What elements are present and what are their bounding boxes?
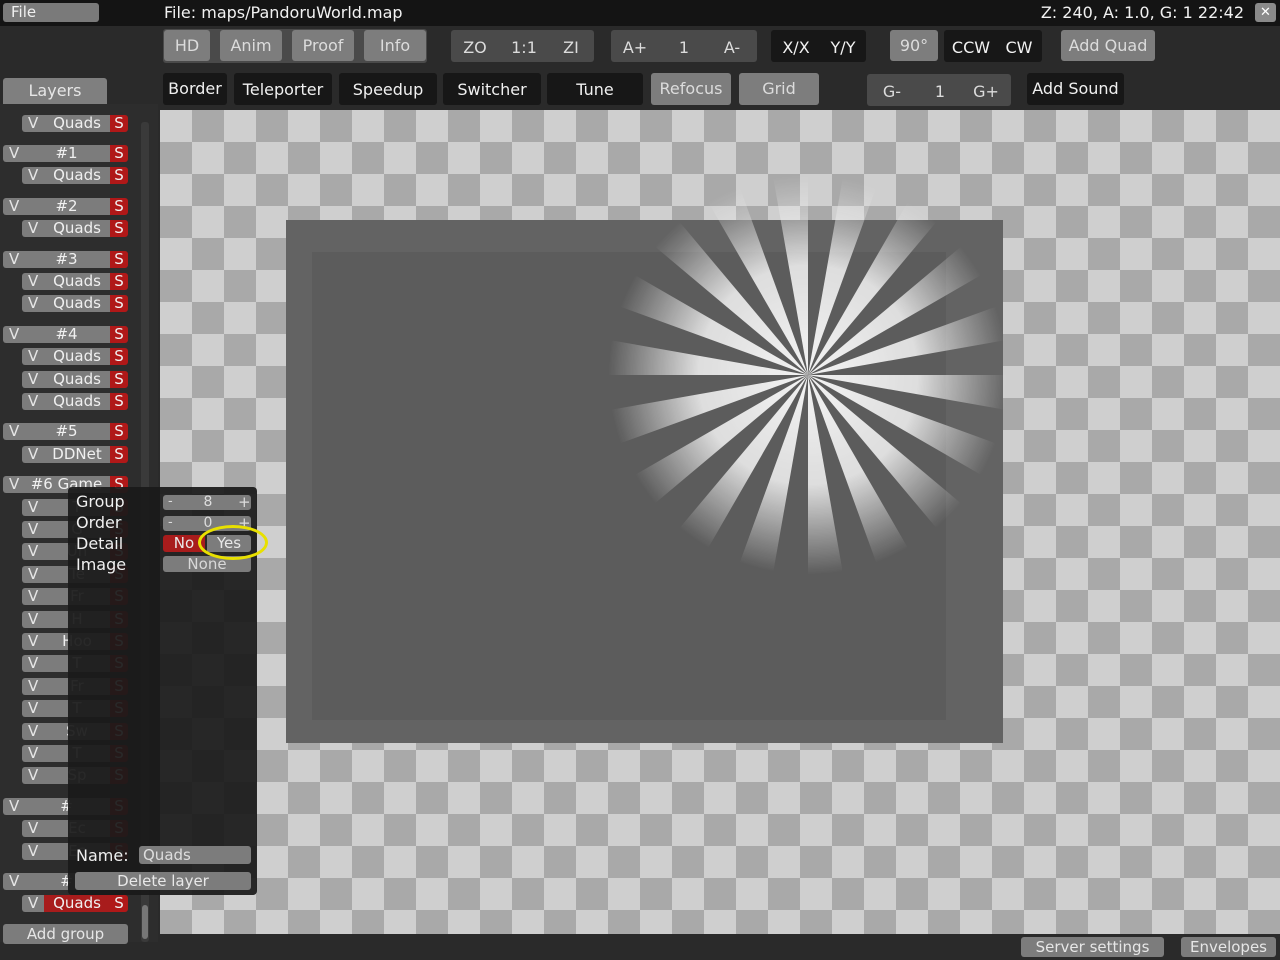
layer-name[interactable]: Quads	[44, 371, 110, 388]
teleporter-button[interactable]: Teleporter	[234, 73, 332, 105]
solo-toggle[interactable]: S	[110, 423, 128, 440]
layer-row[interactable]: V Quads S	[0, 220, 130, 237]
layer-name[interactable]: Quads	[44, 220, 110, 237]
solo-toggle[interactable]: S	[110, 295, 128, 312]
zoom-status-clock: Z: 240, A: 1.0, G: 1 22:42	[1040, 3, 1244, 22]
layer-name[interactable]: #1	[23, 145, 110, 162]
layer-group-row[interactable]: V #3 S	[0, 251, 130, 268]
layer-name[interactable]: Quads	[44, 348, 110, 365]
rotate-ccw-button[interactable]: CCW	[948, 38, 994, 57]
solo-toggle[interactable]: S	[110, 371, 128, 388]
layer-name[interactable]: #3	[23, 251, 110, 268]
grid-factor-value: 1	[934, 82, 946, 101]
hd-button[interactable]: HD	[164, 30, 210, 61]
layer-row[interactable]: V Quads S	[0, 393, 130, 410]
add-quad-button[interactable]: Add Quad	[1061, 30, 1155, 61]
layer-row[interactable]: V DDNet S	[0, 446, 130, 463]
layer-name[interactable]: Quads	[44, 273, 110, 290]
tune-button[interactable]: Tune	[547, 73, 643, 105]
info-button[interactable]: Info	[364, 30, 426, 61]
image-label: Image	[76, 555, 127, 574]
anim-slower-button[interactable]: A-	[712, 38, 752, 57]
refocus-button[interactable]: Refocus	[651, 73, 731, 105]
solo-toggle[interactable]: S	[110, 251, 128, 268]
flip-x-button[interactable]: X/X	[775, 38, 817, 57]
layer-name[interactable]: Quads	[44, 115, 110, 132]
grid-button[interactable]: Grid	[739, 73, 819, 105]
detail-label: Detail	[76, 534, 124, 553]
rotate-angle-field[interactable]: 90°	[890, 30, 938, 61]
anim-faster-button[interactable]: A+	[615, 38, 655, 57]
layer-row[interactable]: V Quads S	[0, 167, 130, 184]
layer-group-row[interactable]: V #5 S	[0, 423, 130, 440]
envelopes-button[interactable]: Envelopes	[1181, 937, 1276, 957]
layer-row[interactable]: V Quads S	[0, 371, 130, 388]
flip-y-button[interactable]: Y/Y	[822, 38, 864, 57]
switcher-button[interactable]: Switcher	[443, 73, 541, 105]
grid-minus-button[interactable]: G-	[870, 82, 914, 101]
grid-plus-button[interactable]: G+	[964, 82, 1008, 101]
layer-row[interactable]: V Quads S	[0, 115, 130, 132]
layers-tab[interactable]: Layers	[3, 78, 107, 104]
layer-row[interactable]: V Quads S	[0, 348, 130, 365]
file-path-title: File: maps/PandoruWorld.map	[164, 3, 403, 22]
zoom-out-button[interactable]: ZO	[456, 38, 494, 57]
group-plus-button[interactable]: +	[238, 493, 251, 511]
group-value: 8	[203, 494, 213, 510]
zoom-in-button[interactable]: ZI	[552, 38, 590, 57]
solo-toggle[interactable]: S	[110, 273, 128, 290]
layer-name[interactable]: Quads	[44, 393, 110, 410]
solo-toggle[interactable]: S	[110, 145, 128, 162]
solo-toggle[interactable]: S	[110, 220, 128, 237]
solo-toggle[interactable]: S	[110, 326, 128, 343]
solo-toggle[interactable]: S	[110, 198, 128, 215]
layer-row[interactable]: V Quads S	[0, 895, 130, 912]
layer-name[interactable]: #2	[23, 198, 110, 215]
speedup-button[interactable]: Speedup	[339, 73, 437, 105]
rotate-cw-button[interactable]: CW	[998, 38, 1040, 57]
solo-toggle[interactable]: S	[110, 393, 128, 410]
anim-button[interactable]: Anim	[220, 30, 282, 61]
group-label: Group	[76, 492, 125, 511]
map-canvas[interactable]	[160, 110, 1280, 934]
server-settings-button[interactable]: Server settings	[1021, 937, 1164, 957]
solo-toggle[interactable]: S	[110, 895, 128, 912]
add-sound-button[interactable]: Add Sound	[1027, 73, 1124, 105]
layer-name[interactable]: Quads	[44, 295, 110, 312]
map-preview	[286, 175, 1008, 743]
layer-name[interactable]: DDNet	[44, 446, 110, 463]
anim-speed-value: 1	[678, 38, 690, 57]
layer-name[interactable]: #5	[23, 423, 110, 440]
layer-name[interactable]: Quads	[44, 167, 110, 184]
add-group-button[interactable]: Add group	[3, 924, 128, 944]
solo-toggle[interactable]: S	[110, 446, 128, 463]
layer-row[interactable]: V Quads S	[0, 273, 130, 290]
group-minus-button[interactable]: -	[168, 494, 173, 509]
yes-highlight-circle	[198, 525, 268, 560]
layer-group-row[interactable]: V #2 S	[0, 198, 130, 215]
solo-toggle[interactable]: S	[110, 115, 128, 132]
file-menu-button[interactable]: File	[3, 3, 99, 22]
close-icon[interactable]: ✕	[1255, 3, 1276, 22]
layer-row[interactable]: V Quads S	[0, 295, 130, 312]
zoom-normal-button[interactable]: 1:1	[504, 38, 544, 57]
proof-button[interactable]: Proof	[292, 30, 354, 61]
layer-name-input[interactable]: Quads	[139, 846, 251, 864]
border-button[interactable]: Border	[163, 73, 227, 105]
layer-name[interactable]: #4	[23, 326, 110, 343]
layer-group-row[interactable]: V #4 S	[0, 326, 130, 343]
layers-scroll-thumb[interactable]	[142, 905, 148, 939]
solo-toggle[interactable]: S	[110, 348, 128, 365]
layer-group-row[interactable]: V #1 S	[0, 145, 130, 162]
delete-layer-button[interactable]: Delete layer	[75, 872, 251, 890]
name-label: Name:	[76, 846, 129, 865]
layer-name[interactable]: Quads	[44, 895, 110, 912]
solo-toggle[interactable]: S	[110, 167, 128, 184]
order-label: Order	[76, 513, 122, 532]
order-minus-button[interactable]: -	[168, 515, 173, 530]
